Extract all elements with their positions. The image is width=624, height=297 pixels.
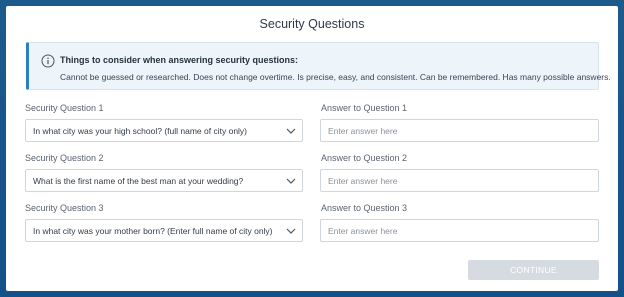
security-questions-dialog: Security Questions Things to consider wh…	[6, 6, 618, 291]
answer-3-input[interactable]	[320, 219, 599, 242]
security-question-2-label: Security Question 2	[25, 153, 104, 163]
chevron-down-icon	[286, 228, 296, 234]
answer-1-label: Answer to Question 1	[321, 103, 408, 113]
info-body: Cannot be guessed or researched. Does no…	[60, 72, 611, 82]
security-question-2-select[interactable]: What is the first name of the best man a…	[25, 169, 303, 192]
answer-1-input[interactable]	[320, 119, 599, 142]
security-question-3-select[interactable]: In what city was your mother born? (Ente…	[25, 219, 303, 242]
security-question-2-value: What is the first name of the best man a…	[33, 176, 244, 186]
security-question-3-value: In what city was your mother born? (Ente…	[33, 226, 273, 236]
security-question-1-value: In what city was your high school? (full…	[33, 126, 248, 136]
answer-2-label: Answer to Question 2	[321, 153, 408, 163]
chevron-down-icon	[286, 178, 296, 184]
security-question-1-select[interactable]: In what city was your high school? (full…	[25, 119, 303, 142]
security-question-1-label: Security Question 1	[25, 103, 104, 113]
info-heading: Things to consider when answering securi…	[60, 55, 299, 65]
answer-2-input[interactable]	[320, 169, 599, 192]
chevron-down-icon	[286, 128, 296, 134]
security-question-3-label: Security Question 3	[25, 203, 104, 213]
info-circle-icon	[41, 54, 55, 68]
continue-button[interactable]: CONTINUE	[468, 260, 599, 280]
dialog-title: Security Questions	[259, 17, 365, 31]
answer-3-label: Answer to Question 3	[321, 203, 408, 213]
info-panel: Things to consider when answering securi…	[26, 42, 611, 90]
